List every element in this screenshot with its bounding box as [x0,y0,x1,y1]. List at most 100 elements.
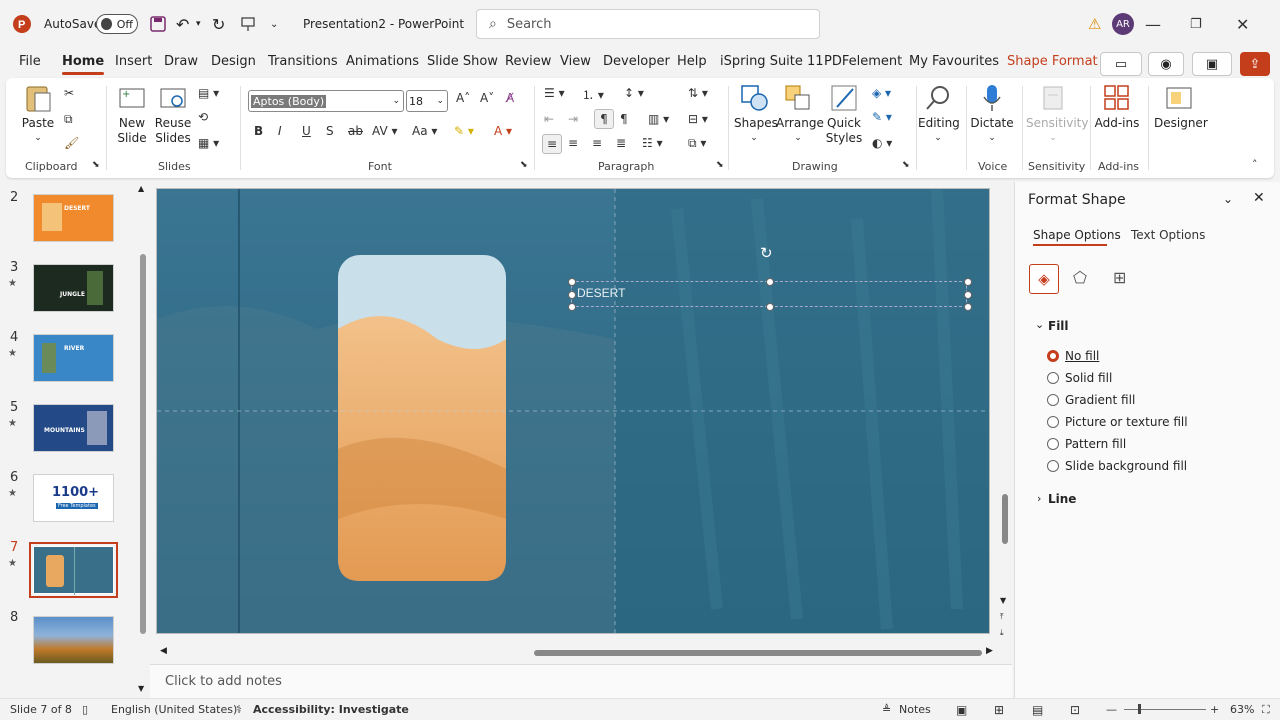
tab-design[interactable]: Design [211,54,256,69]
quick-styles-button[interactable]: Quick Styles [824,82,864,146]
decrease-font-icon[interactable]: A˅ [480,91,494,105]
resize-handle[interactable] [964,291,972,299]
arrange-button[interactable]: Arrange ⌄ [776,82,824,146]
maximize-icon[interactable]: ❐ [1190,0,1236,48]
rotate-handle-icon[interactable]: ↻ [760,244,773,262]
reading-view-icon[interactable]: ▤ [1032,703,1043,717]
underline-icon[interactable]: U [302,124,311,138]
layout-icon[interactable]: ▤ ▾ [198,86,219,100]
comments-button[interactable]: ▭ [1100,52,1142,76]
zoom-level[interactable]: 63% [1230,703,1254,716]
align-center-icon[interactable]: ≡ [568,136,578,150]
tab-slide-show[interactable]: Slide Show [427,54,498,69]
decrease-indent-icon[interactable]: ⇤ [544,112,554,126]
tab-file[interactable]: File [19,54,41,69]
rtl-icon[interactable]: ¶ [620,112,628,126]
resize-handle[interactable] [766,303,774,311]
radio-slide-background-fill[interactable]: Slide background fill [1047,459,1187,473]
cut-icon[interactable]: ✂ [64,86,74,100]
resize-handle[interactable] [766,278,774,286]
tab-help[interactable]: Help [677,54,707,69]
radio-pattern-fill[interactable]: Pattern fill [1047,437,1126,451]
autosave-toggle[interactable]: Off [96,0,138,48]
tab-animations[interactable]: Animations [346,54,419,69]
text-direction-icon[interactable]: ⇅ ▾ [688,86,708,100]
font-color-icon[interactable]: A ▾ [494,124,512,138]
radio-solid-fill[interactable]: Solid fill [1047,371,1112,385]
search-box[interactable]: ⌕ Search [476,9,820,39]
bold-icon[interactable]: B [254,124,263,138]
tab-developer[interactable]: Developer [603,54,670,69]
size-properties-icon[interactable]: ⊞ [1113,268,1126,287]
slide-sorter-icon[interactable]: ⊞ [994,703,1004,717]
shape-outline-icon[interactable]: ✎ ▾ [872,110,892,124]
reuse-slides-button[interactable]: Reuse Slides [154,82,192,146]
editing-button[interactable]: Editing ⌄ [918,82,960,146]
present-teams-button[interactable]: ▣ [1192,52,1232,76]
radio-picture-fill[interactable]: Picture or texture fill [1047,415,1188,429]
italic-icon[interactable]: I [278,124,282,138]
thumbnail-scrollbar[interactable]: ▲ ▼ [138,184,148,694]
fit-to-window-icon[interactable]: ⛶ [1262,703,1270,717]
zoom-in-icon[interactable]: + [1210,703,1219,716]
line-expand-icon[interactable]: › [1037,492,1041,505]
addins-button[interactable]: Add-ins [1094,82,1140,131]
slideshow-view-icon[interactable]: ⊡ [1070,703,1080,717]
tab-insert[interactable]: Insert [115,54,152,69]
tab-text-options[interactable]: Text Options [1131,228,1205,242]
notes-area[interactable]: Click to add notes [150,664,1012,698]
close-pane-icon[interactable]: ✕ [1253,190,1265,206]
shapes-button[interactable]: Shapes ⌄ [734,82,778,146]
designer-button[interactable]: Designer [1154,82,1208,131]
paste-button[interactable]: Paste ⌄ [20,82,56,146]
numbering-icon[interactable]: ⒈ ▾ [582,86,604,103]
pane-options-icon[interactable]: ⌄ [1223,192,1233,206]
smartart-icon[interactable]: ⧉ ▾ [688,136,706,151]
copy-icon[interactable]: ⧉ [64,112,73,127]
format-painter-icon[interactable]: 🖌 [64,136,79,150]
tab-my-favourites[interactable]: My Favourites [909,54,999,69]
next-slide-icon[interactable]: ⤓ [1000,628,1004,638]
accessibility-status[interactable]: Accessibility: Investigate [253,703,409,716]
language-indicator[interactable]: English (United States) [111,703,237,716]
undo-icon[interactable]: ↶ [176,0,189,48]
warning-icon[interactable]: ⚠ [1088,0,1101,48]
resize-handle[interactable] [964,303,972,311]
slide-horizontal-scrollbar[interactable]: ◀ ▶ [156,646,998,660]
clipboard-launcher-icon[interactable]: ⬊ [92,160,100,170]
close-window-icon[interactable]: ✕ [1236,0,1280,48]
effects-icon[interactable]: ⬠ [1073,268,1087,287]
undo-dropdown-icon[interactable]: ▾ [196,0,201,48]
tab-shape-format[interactable]: Shape Format [1007,54,1098,69]
slide-vertical-scrollbar[interactable]: ▼ ⤒ ⤓ [998,188,1012,648]
tab-review[interactable]: Review [505,54,551,69]
font-size-combo[interactable]: 18 ⌄ [406,90,448,112]
resize-handle[interactable] [568,278,576,286]
line-spacing-icon[interactable]: ↕ ▾ [624,86,644,100]
align-left-icon[interactable]: ≡ [542,134,562,154]
char-spacing-icon[interactable]: AV ▾ [372,124,398,138]
tab-transitions[interactable]: Transitions [268,54,338,69]
tab-ispring[interactable]: iSpring Suite 11 [720,54,824,69]
clear-format-icon[interactable]: A̸ [506,91,514,105]
resize-handle[interactable] [568,291,576,299]
shadow-icon[interactable]: S [326,124,334,138]
sensitivity-button[interactable]: Sensitivity ⌄ [1026,82,1088,146]
normal-view-icon[interactable]: ▣ [956,703,967,717]
bullets-icon[interactable]: ☰ ▾ [544,86,565,100]
font-name-combo[interactable]: Aptos (Body) ⌄ [248,90,404,112]
tab-draw[interactable]: Draw [164,54,198,69]
highlight-icon[interactable]: ✎ ▾ [454,124,474,138]
new-slide-button[interactable]: + New Slide [114,82,150,146]
accessibility-icon[interactable]: ⚕ [236,703,242,716]
collapse-ribbon-icon[interactable]: ˄ [1252,158,1258,171]
change-case-icon[interactable]: Aa ▾ [412,124,437,138]
save-icon[interactable] [150,0,166,48]
distributed-icon[interactable]: ☷ ▾ [642,136,663,150]
line-header[interactable]: Line [1048,492,1076,506]
zoom-out-icon[interactable]: — [1106,703,1117,716]
selected-textbox[interactable]: DESERT ↻ [568,244,972,311]
minimize-icon[interactable]: — [1145,0,1191,48]
spelling-icon[interactable]: ▯ [82,703,88,716]
present-icon[interactable] [240,0,256,48]
